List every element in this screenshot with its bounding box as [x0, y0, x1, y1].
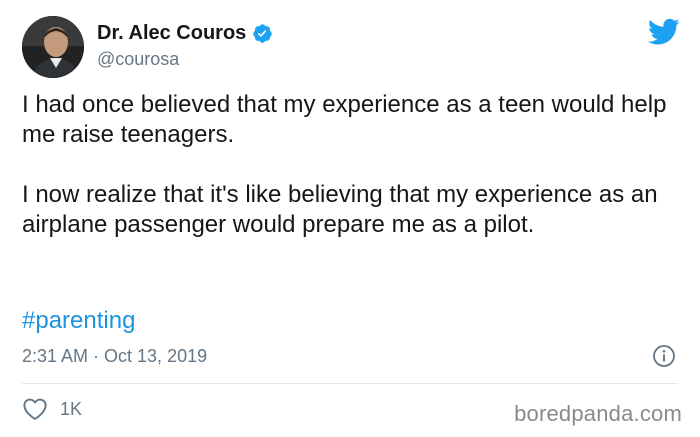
- info-icon[interactable]: [652, 344, 676, 368]
- watermark: boredpanda.com: [514, 401, 682, 426]
- tweet-paragraph: I now realize that it's like believing t…: [22, 181, 658, 238]
- hashtag-link[interactable]: #parenting: [22, 306, 135, 336]
- like-button[interactable]: 1K: [22, 397, 82, 421]
- tweet-paragraph: I had once believed that my experience a…: [22, 91, 667, 148]
- twitter-bird-icon[interactable]: [648, 18, 680, 46]
- divider: [22, 383, 678, 384]
- tweet-text: I had once believed that my experience a…: [22, 90, 672, 270]
- tweet-timestamp[interactable]: 2:31 AM · Oct 13, 2019: [22, 345, 207, 367]
- avatar-image: [22, 16, 84, 78]
- like-count: 1K: [60, 399, 83, 419]
- author-handle[interactable]: @courosa: [97, 48, 179, 70]
- author-display-name[interactable]: Dr. Alec Couros: [97, 21, 246, 45]
- author-name-row: Dr. Alec Couros: [97, 21, 273, 45]
- tweet-card: Dr. Alec Couros @courosa I had once beli…: [0, 0, 700, 437]
- avatar[interactable]: [22, 16, 84, 78]
- verified-badge-icon: [253, 23, 272, 43]
- heart-icon: [23, 398, 47, 420]
